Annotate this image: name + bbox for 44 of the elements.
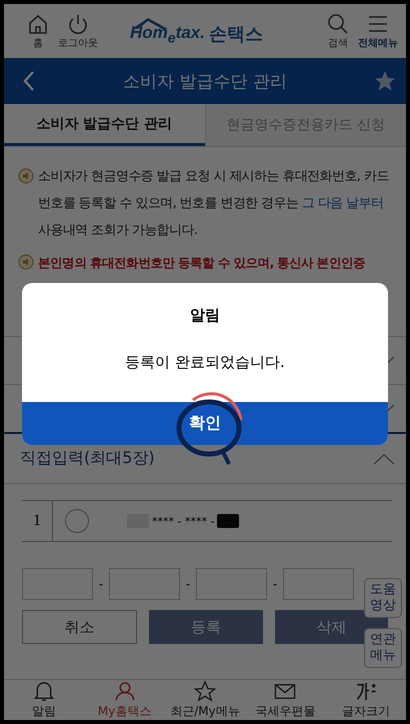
section-title: 직접입력(최대5장) [19, 448, 155, 469]
row-number: 1 [22, 501, 53, 541]
confirm-button[interactable]: 확인 [22, 402, 388, 445]
warning-text: 본인명의 휴대전화번호만 등록할 수 있으며, 통신사 본인인증 [38, 254, 366, 272]
separator-text: - [98, 577, 104, 591]
input-field[interactable] [109, 568, 180, 600]
nav-item[interactable]: 알림 [4, 680, 84, 720]
separator-text: - [186, 577, 190, 591]
star-icon [193, 680, 218, 703]
floating-button[interactable]: 도움 영상 [364, 578, 402, 618]
speaker-icon [18, 168, 34, 184]
search-label[interactable]: 검색 [328, 36, 348, 50]
person-icon [112, 680, 137, 703]
logo-suffix[interactable]: 손택스 [208, 22, 263, 46]
input-field[interactable] [283, 568, 354, 600]
redaction-mark [217, 514, 240, 528]
action-button[interactable]: 등록 [149, 610, 263, 644]
dialog-message: 등록이 완료되었습니다. [124, 352, 286, 373]
home-icon [26, 12, 50, 34]
nav-item[interactable]: 글자크기 [326, 680, 406, 720]
logo-text[interactable]: Hom$_{e}$tax. [130, 22, 205, 46]
home-label[interactable]: 홈 [33, 36, 43, 50]
power-icon [66, 12, 90, 34]
page-title: 소비자 발급수단 관리 [122, 70, 288, 92]
floating-button[interactable]: 연관 메뉴 [364, 628, 402, 668]
separator-text: - [272, 577, 278, 591]
menu-label[interactable]: 전체메뉴 [358, 36, 398, 50]
nav-item[interactable]: 최근/My메뉴 [164, 680, 246, 720]
masked-number: **** - **** - [152, 514, 214, 528]
radio-button[interactable] [65, 509, 89, 533]
search-icon [326, 12, 350, 34]
star-icon [374, 70, 396, 92]
cancel-button[interactable]: 취소 [22, 610, 138, 644]
power-label[interactable]: 로그아웃 [58, 36, 98, 50]
dialog-title: 알림 [189, 305, 221, 325]
nav-item[interactable]: My홈택스 [84, 680, 165, 720]
bell-icon [32, 680, 56, 703]
input-field[interactable] [22, 568, 93, 600]
speaker-icon [18, 254, 34, 270]
back-icon [22, 70, 36, 92]
notice-link[interactable]: 그 다음 날부터 [302, 196, 384, 211]
nav-item[interactable]: 국세우편물 [245, 680, 326, 720]
input-field[interactable] [196, 568, 267, 600]
notice-text: 소비자가 현금영수증 발급 요청 시 제시하는 휴대전화번호, 카드번호를 등록할 수 있으며, 번호를 변경한 경우는 그 다음 날부터 사용내역 조회가 가능합니다. [38, 168, 390, 240]
